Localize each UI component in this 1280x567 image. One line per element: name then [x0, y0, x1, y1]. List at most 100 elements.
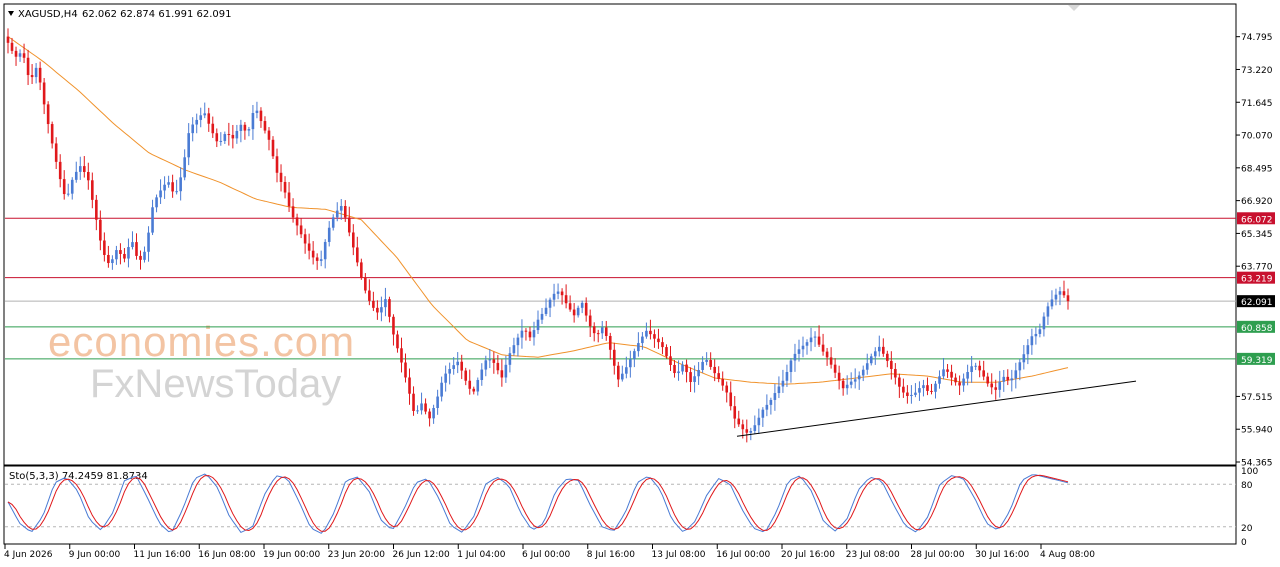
candle-body	[946, 369, 949, 372]
candle-body	[757, 417, 761, 426]
candle-body	[717, 373, 720, 379]
candle-body	[404, 362, 407, 378]
time-tick-label: 6 Jul 00:00	[522, 550, 571, 560]
candle-body	[42, 82, 46, 105]
price-chart[interactable]: XAGUSD,H4 62.062 62.874 61.991 62.091 St…	[0, 0, 1280, 567]
candle-body	[978, 365, 981, 371]
candle-body	[625, 367, 628, 374]
candle-body	[1010, 378, 1014, 381]
candle-body	[295, 217, 299, 226]
time-tick-label: 13 Jul 08:00	[652, 550, 706, 560]
candle-body	[428, 411, 431, 419]
candle-body	[974, 365, 977, 367]
candle-body	[139, 255, 142, 260]
time-tick-label: 16 Jul 00:00	[716, 550, 770, 560]
candle-body	[30, 75, 34, 78]
candle-body	[239, 124, 243, 131]
candle-body	[1058, 291, 1062, 295]
candle-body	[131, 242, 134, 248]
candle-body	[673, 364, 676, 374]
candle-body	[733, 406, 737, 419]
stoch-axis-label: 0	[1241, 538, 1247, 548]
candle-body	[781, 380, 785, 387]
candle-body	[653, 334, 656, 339]
price-tick-label: 71.645	[1241, 99, 1273, 109]
candle-body	[388, 299, 391, 317]
candle-body	[311, 250, 315, 258]
candle-body	[544, 307, 548, 314]
candle-body	[833, 364, 837, 373]
price-tick-label: 66.920	[1241, 197, 1273, 207]
candle-body	[1042, 316, 1046, 330]
candle-body	[343, 206, 347, 218]
candle-body	[392, 316, 395, 335]
candle-body	[564, 295, 568, 304]
candle-body	[962, 378, 965, 386]
candle-body	[331, 217, 335, 228]
candle-body	[107, 254, 110, 264]
time-tick-label: 30 Jul 16:00	[975, 550, 1029, 560]
candle-body	[942, 369, 945, 377]
time-tick-label: 23 Jul 08:00	[846, 550, 900, 560]
shift-marker-icon[interactable]	[1068, 5, 1080, 11]
time-tick-label: 26 Jun 12:00	[393, 550, 450, 560]
candle-body	[464, 370, 468, 381]
candle-body	[179, 177, 182, 192]
candle-body	[705, 360, 708, 362]
candle-body	[777, 386, 781, 394]
stoch-signal-line	[7, 474, 1069, 532]
candle-body	[247, 129, 251, 131]
candle-body	[147, 232, 150, 252]
candle-body	[335, 210, 339, 218]
candle-body	[765, 404, 769, 410]
candle-body	[259, 110, 263, 122]
candle-body	[793, 353, 797, 361]
support-1-label: 60.858	[1241, 324, 1273, 334]
candle-body	[472, 388, 476, 392]
dropdown-triangle-icon[interactable]	[8, 11, 14, 16]
candle-body	[869, 356, 873, 364]
time-tick-label: 20 Jul 16:00	[781, 550, 835, 560]
candle-body	[143, 251, 146, 260]
candle-body	[556, 291, 560, 294]
candle-body	[412, 393, 415, 411]
candle-body	[364, 277, 367, 291]
candle-body	[576, 307, 580, 316]
candle-body	[918, 388, 921, 393]
candle-body	[1006, 376, 1010, 381]
candle-body	[299, 225, 303, 235]
candle-body	[231, 134, 235, 139]
candle-body	[400, 348, 403, 363]
candle-body	[641, 336, 644, 344]
price-tick-label: 63.770	[1241, 263, 1273, 273]
stoch-axis-label: 80	[1241, 481, 1253, 491]
candle-body	[271, 139, 275, 157]
candle-body	[661, 342, 664, 348]
candle-body	[291, 206, 295, 218]
candle-body	[737, 418, 741, 425]
candle-body	[612, 349, 616, 366]
candle-body	[926, 385, 929, 391]
candle-body	[444, 373, 447, 383]
candle-body	[127, 247, 130, 259]
candle-body	[890, 360, 893, 369]
candle-body	[243, 124, 247, 131]
candle-body	[849, 381, 853, 385]
candle-body	[91, 180, 94, 200]
candle-body	[749, 430, 753, 433]
candle-body	[769, 399, 773, 405]
candle-body	[492, 359, 496, 363]
candle-body	[155, 197, 158, 208]
price-axis: 66.072 63.219 62.091 60.858 59.319 74.795 73.2…	[1236, 33, 1275, 548]
time-tick-label: 8 Jul 16:00	[587, 550, 636, 560]
candle-body	[327, 227, 331, 242]
candle-body	[857, 375, 861, 380]
candle-body	[588, 315, 592, 327]
candle-body	[323, 241, 327, 260]
candle-body	[448, 368, 451, 374]
time-tick-label: 1 Jul 04:00	[457, 550, 506, 560]
candle-body	[1038, 329, 1042, 334]
candle-body	[829, 357, 833, 365]
candle-body	[78, 166, 82, 172]
candle-body	[368, 290, 371, 301]
